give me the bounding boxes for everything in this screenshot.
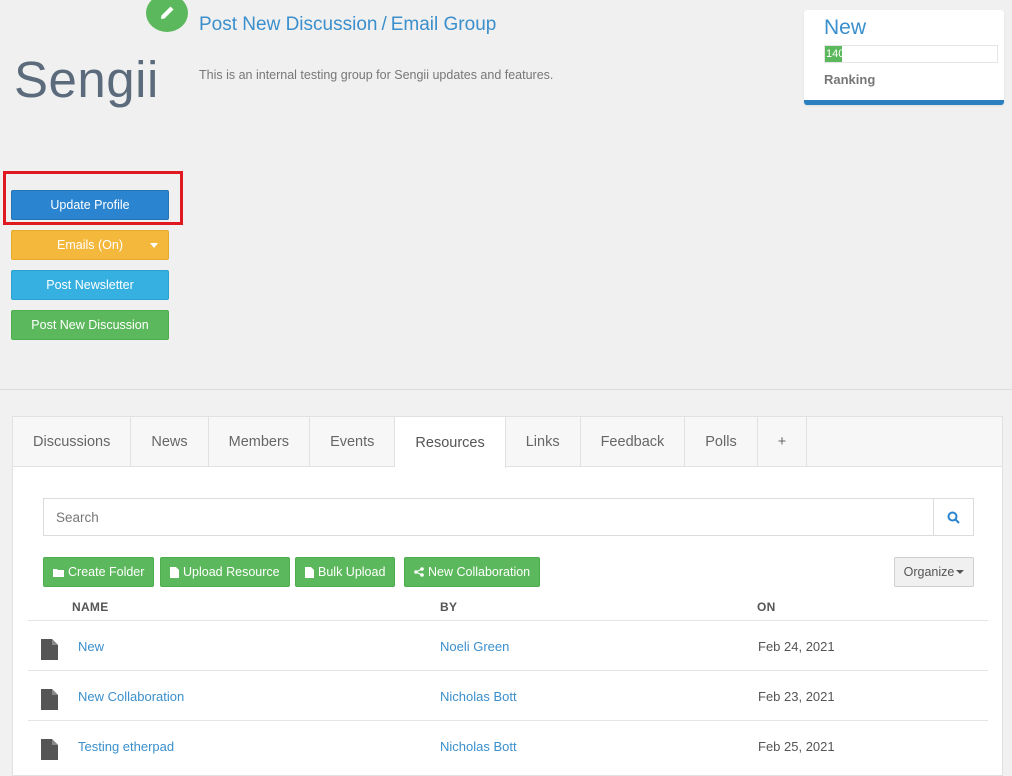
resource-name-link[interactable]: New — [78, 639, 104, 654]
ranking-title: New — [824, 16, 867, 39]
post-newsletter-button[interactable]: Post Newsletter — [11, 270, 169, 300]
column-header-name[interactable]: NAME — [72, 600, 109, 614]
sengii-logo: Sengii — [14, 54, 159, 105]
create-folder-button[interactable]: Create Folder — [43, 557, 155, 587]
resource-name-link[interactable]: Testing etherpad — [78, 739, 174, 754]
share-icon — [414, 567, 424, 577]
new-collaboration-label: New Collaboration — [428, 565, 531, 579]
table-row: New Noeli Green Feb 24, 2021 — [28, 620, 988, 670]
search-input[interactable] — [44, 499, 933, 535]
bulk-upload-label: Bulk Upload — [318, 565, 386, 579]
caret-down-icon — [956, 570, 965, 574]
ranking-progress-fill: 140 — [825, 46, 843, 62]
tab-events[interactable]: Events — [310, 417, 396, 467]
bulk-upload-button[interactable]: Bulk Upload — [295, 557, 396, 587]
edit-button[interactable] — [146, 0, 188, 32]
search-icon — [947, 511, 960, 524]
resource-name-link[interactable]: New Collaboration — [78, 689, 184, 704]
pencil-icon — [161, 6, 174, 19]
tab-discussions[interactable]: Discussions — [13, 417, 132, 467]
logo-text: Sengii — [14, 51, 159, 108]
table-row: New Collaboration Nicholas Bott Feb 23, … — [28, 670, 988, 720]
table-row: Testing etherpad Nicholas Bott Feb 25, 2… — [28, 720, 988, 770]
create-folder-label: Create Folder — [68, 565, 145, 579]
new-collaboration-button[interactable]: New Collaboration — [404, 557, 541, 587]
resource-date: Feb 23, 2021 — [758, 689, 835, 704]
resource-author-link[interactable]: Noeli Green — [440, 639, 509, 654]
tab-news[interactable]: News — [131, 417, 209, 467]
resource-date: Feb 25, 2021 — [758, 739, 835, 754]
group-description: This is an internal testing group for Se… — [199, 68, 554, 82]
post-discussion-link[interactable]: Post New Discussion — [199, 14, 377, 35]
tab-add[interactable]: + — [758, 417, 808, 467]
folder-icon — [53, 568, 64, 577]
search-button[interactable] — [933, 499, 973, 535]
post-new-discussion-button[interactable]: Post New Discussion — [11, 310, 169, 340]
resource-author-link[interactable]: Nicholas Bott — [440, 689, 517, 704]
caret-down-icon — [150, 243, 158, 248]
ranking-progress-bar: 140 — [824, 45, 998, 63]
upload-resource-button[interactable]: Upload Resource — [160, 557, 290, 587]
resource-search — [43, 498, 974, 536]
document-icon — [41, 639, 58, 660]
ranking-label: Ranking — [824, 72, 876, 87]
emails-toggle-button[interactable]: Emails (On) — [11, 230, 169, 260]
organize-label: Organize — [903, 565, 955, 579]
column-header-on[interactable]: ON — [757, 600, 776, 614]
group-name-link[interactable]: Email Group — [391, 14, 497, 35]
tab-polls[interactable]: Polls — [685, 417, 758, 467]
file-icon — [305, 566, 314, 578]
upload-resource-label: Upload Resource — [183, 565, 280, 579]
file-icon — [170, 566, 179, 578]
page-title: Post New Discussion / Email Group — [199, 14, 496, 36]
resource-date: Feb 24, 2021 — [758, 639, 835, 654]
title-separator: / — [381, 14, 387, 35]
group-tabs: Discussions News Members Events Resource… — [13, 417, 1002, 468]
emails-label: Emails (On) — [57, 238, 123, 252]
tab-resources[interactable]: Resources — [395, 417, 506, 468]
update-profile-button[interactable]: Update Profile — [11, 190, 169, 220]
resource-author-link[interactable]: Nicholas Bott — [440, 739, 517, 754]
tab-members[interactable]: Members — [209, 417, 311, 467]
group-header: Sengii Post New Discussion / Email Group T… — [0, 0, 1012, 390]
organize-dropdown[interactable]: Organize — [894, 557, 974, 587]
ranking-widget: New 140 Ranking — [804, 10, 1004, 105]
column-header-by[interactable]: BY — [440, 600, 457, 614]
tab-feedback[interactable]: Feedback — [581, 417, 686, 467]
document-icon — [41, 689, 58, 710]
document-icon — [41, 739, 58, 760]
group-content-panel: Discussions News Members Events Resource… — [12, 416, 1003, 776]
tab-links[interactable]: Links — [506, 417, 581, 467]
